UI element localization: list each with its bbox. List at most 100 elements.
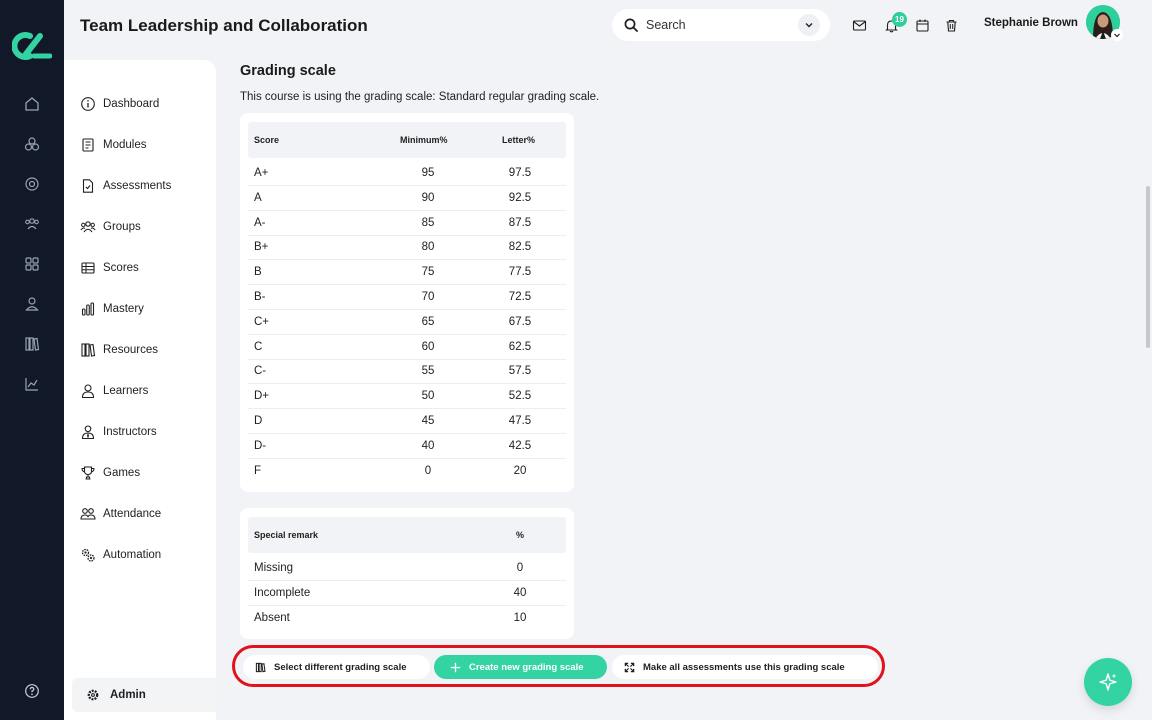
grading-scale-description: This course is using the grading scale: …	[240, 91, 600, 103]
cell-minimum: 80	[421, 241, 435, 254]
app-logo[interactable]	[12, 30, 52, 62]
sidebar-item-assessments[interactable]: Assessments	[80, 176, 171, 196]
chevron-down-icon[interactable]	[798, 14, 820, 36]
sidebar-item-games[interactable]: Games	[80, 463, 140, 483]
home-icon[interactable]	[22, 94, 42, 114]
sidebar-item-instructors[interactable]: Instructors	[80, 422, 157, 442]
grid-icon[interactable]	[22, 254, 42, 274]
table-icon	[81, 262, 95, 274]
table-row: A+ 95 97.5	[248, 161, 566, 186]
calendar-icon[interactable]	[913, 16, 931, 34]
sidebar-item-mastery[interactable]: Mastery	[80, 299, 144, 319]
cell-score: C-	[254, 365, 267, 378]
table-row: Incomplete 40	[248, 581, 566, 606]
column-header-percent: %	[516, 530, 525, 540]
sidebar-item-modules[interactable]: Modules	[80, 135, 146, 155]
groups-icon	[80, 221, 96, 233]
search-box[interactable]: Search	[612, 9, 830, 41]
library-icon	[255, 662, 266, 672]
search-label: Search	[646, 18, 686, 32]
cell-minimum: 75	[421, 266, 435, 279]
sidebar-item-label: Attendance	[103, 508, 162, 520]
table-row: B- 70 72.5	[248, 285, 566, 310]
sidebar-item-attendance[interactable]: Attendance	[80, 504, 161, 524]
table-row: D 45 47.5	[248, 409, 566, 434]
table-row: B 75 77.5	[248, 260, 566, 286]
cell-remark: Missing	[254, 562, 293, 574]
sidebar-item-label: Assessments	[103, 180, 172, 192]
cell-percent: 0	[516, 562, 524, 574]
bar-chart-icon	[81, 302, 95, 316]
sidebar-item-admin[interactable]: Admin	[72, 678, 216, 712]
target-icon[interactable]	[22, 174, 42, 194]
ai-assistant-button[interactable]	[1084, 658, 1132, 706]
sidebar-item-dashboard[interactable]: Dashboard	[80, 94, 159, 114]
user-name[interactable]: Stephanie Brown	[984, 17, 1078, 29]
cell-letter: 82.5	[508, 241, 532, 254]
mail-icon[interactable]	[850, 16, 868, 34]
analytics-icon[interactable]	[22, 374, 42, 394]
table-row: D- 40 42.5	[248, 434, 566, 459]
select-grading-scale-button[interactable]: Select different grading scale	[243, 655, 430, 679]
column-header-remark: Special remark	[254, 530, 319, 540]
avatar-chevron-icon[interactable]	[1111, 29, 1123, 41]
course-sidebar: Dashboard Modules Assessments Groups Sco…	[64, 60, 216, 720]
table-row: A- 85 87.5	[248, 211, 566, 236]
info-icon	[81, 97, 95, 111]
cell-minimum: 40	[421, 439, 435, 452]
cell-score: A+	[254, 167, 269, 179]
sidebar-item-label: Modules	[103, 139, 147, 151]
create-grading-scale-button[interactable]: Create new grading scale	[434, 655, 607, 679]
cell-letter: 42.5	[508, 439, 532, 452]
cell-score: F	[254, 464, 262, 477]
trash-icon[interactable]	[942, 16, 960, 34]
select-grading-scale-label: Select different grading scale	[274, 661, 407, 673]
search-icon	[624, 18, 638, 32]
cell-minimum: 70	[421, 291, 435, 303]
cell-letter: 57.5	[508, 365, 532, 378]
table-row: C- 55 57.5	[248, 359, 566, 385]
sidebar-item-resources[interactable]: Resources	[80, 340, 158, 360]
modules-cluster-icon[interactable]	[22, 134, 42, 154]
cell-score: D	[254, 415, 263, 427]
table-row: Missing 0	[248, 556, 566, 581]
apply-all-assessments-button[interactable]: Make all assessments use this grading sc…	[612, 655, 878, 679]
cell-letter: 92.5	[508, 191, 532, 204]
table-row: Absent 10	[248, 606, 566, 631]
cell-letter: 47.5	[508, 415, 532, 427]
cell-score: D+	[254, 390, 270, 403]
cell-minimum: 85	[421, 216, 435, 229]
cell-letter: 20	[513, 464, 527, 477]
table-row: D+ 50 52.5	[248, 384, 566, 410]
sidebar-item-label: Automation	[103, 549, 162, 561]
cell-score: A	[254, 191, 262, 204]
sidebar-item-label: Games	[103, 467, 141, 479]
cell-letter: 62.5	[508, 340, 532, 353]
person-icon[interactable]	[22, 294, 42, 314]
cell-minimum: 65	[421, 315, 435, 328]
people-icon[interactable]	[22, 214, 42, 234]
cell-percent: 10	[513, 611, 527, 624]
table-row: B+ 80 82.5	[248, 235, 566, 261]
sidebar-item-learners[interactable]: Learners	[80, 381, 148, 401]
library-icon[interactable]	[22, 334, 42, 354]
scrollbar[interactable]	[1146, 186, 1150, 348]
cell-minimum: 0	[424, 464, 432, 477]
sidebar-item-label: Resources	[103, 344, 158, 356]
table-row: A 90 92.5	[248, 186, 566, 211]
sidebar-item-label: Dashboard	[103, 98, 160, 110]
sidebar-item-automation[interactable]: Automation	[80, 545, 161, 565]
cell-letter: 87.5	[508, 216, 532, 229]
column-header-minimum: Minimum%	[400, 135, 448, 145]
help-icon[interactable]	[22, 681, 42, 701]
notification-badge: 19	[892, 12, 907, 27]
sidebar-item-scores[interactable]: Scores	[80, 258, 139, 278]
trophy-icon	[81, 466, 95, 480]
cell-letter: 52.5	[508, 390, 532, 403]
cell-minimum: 50	[421, 390, 435, 403]
sidebar-item-groups[interactable]: Groups	[80, 217, 141, 237]
create-grading-scale-label: Create new grading scale	[469, 661, 584, 673]
cell-minimum: 90	[421, 191, 435, 204]
cell-letter: 72.5	[508, 291, 532, 303]
sidebar-item-label: Instructors	[103, 426, 157, 438]
